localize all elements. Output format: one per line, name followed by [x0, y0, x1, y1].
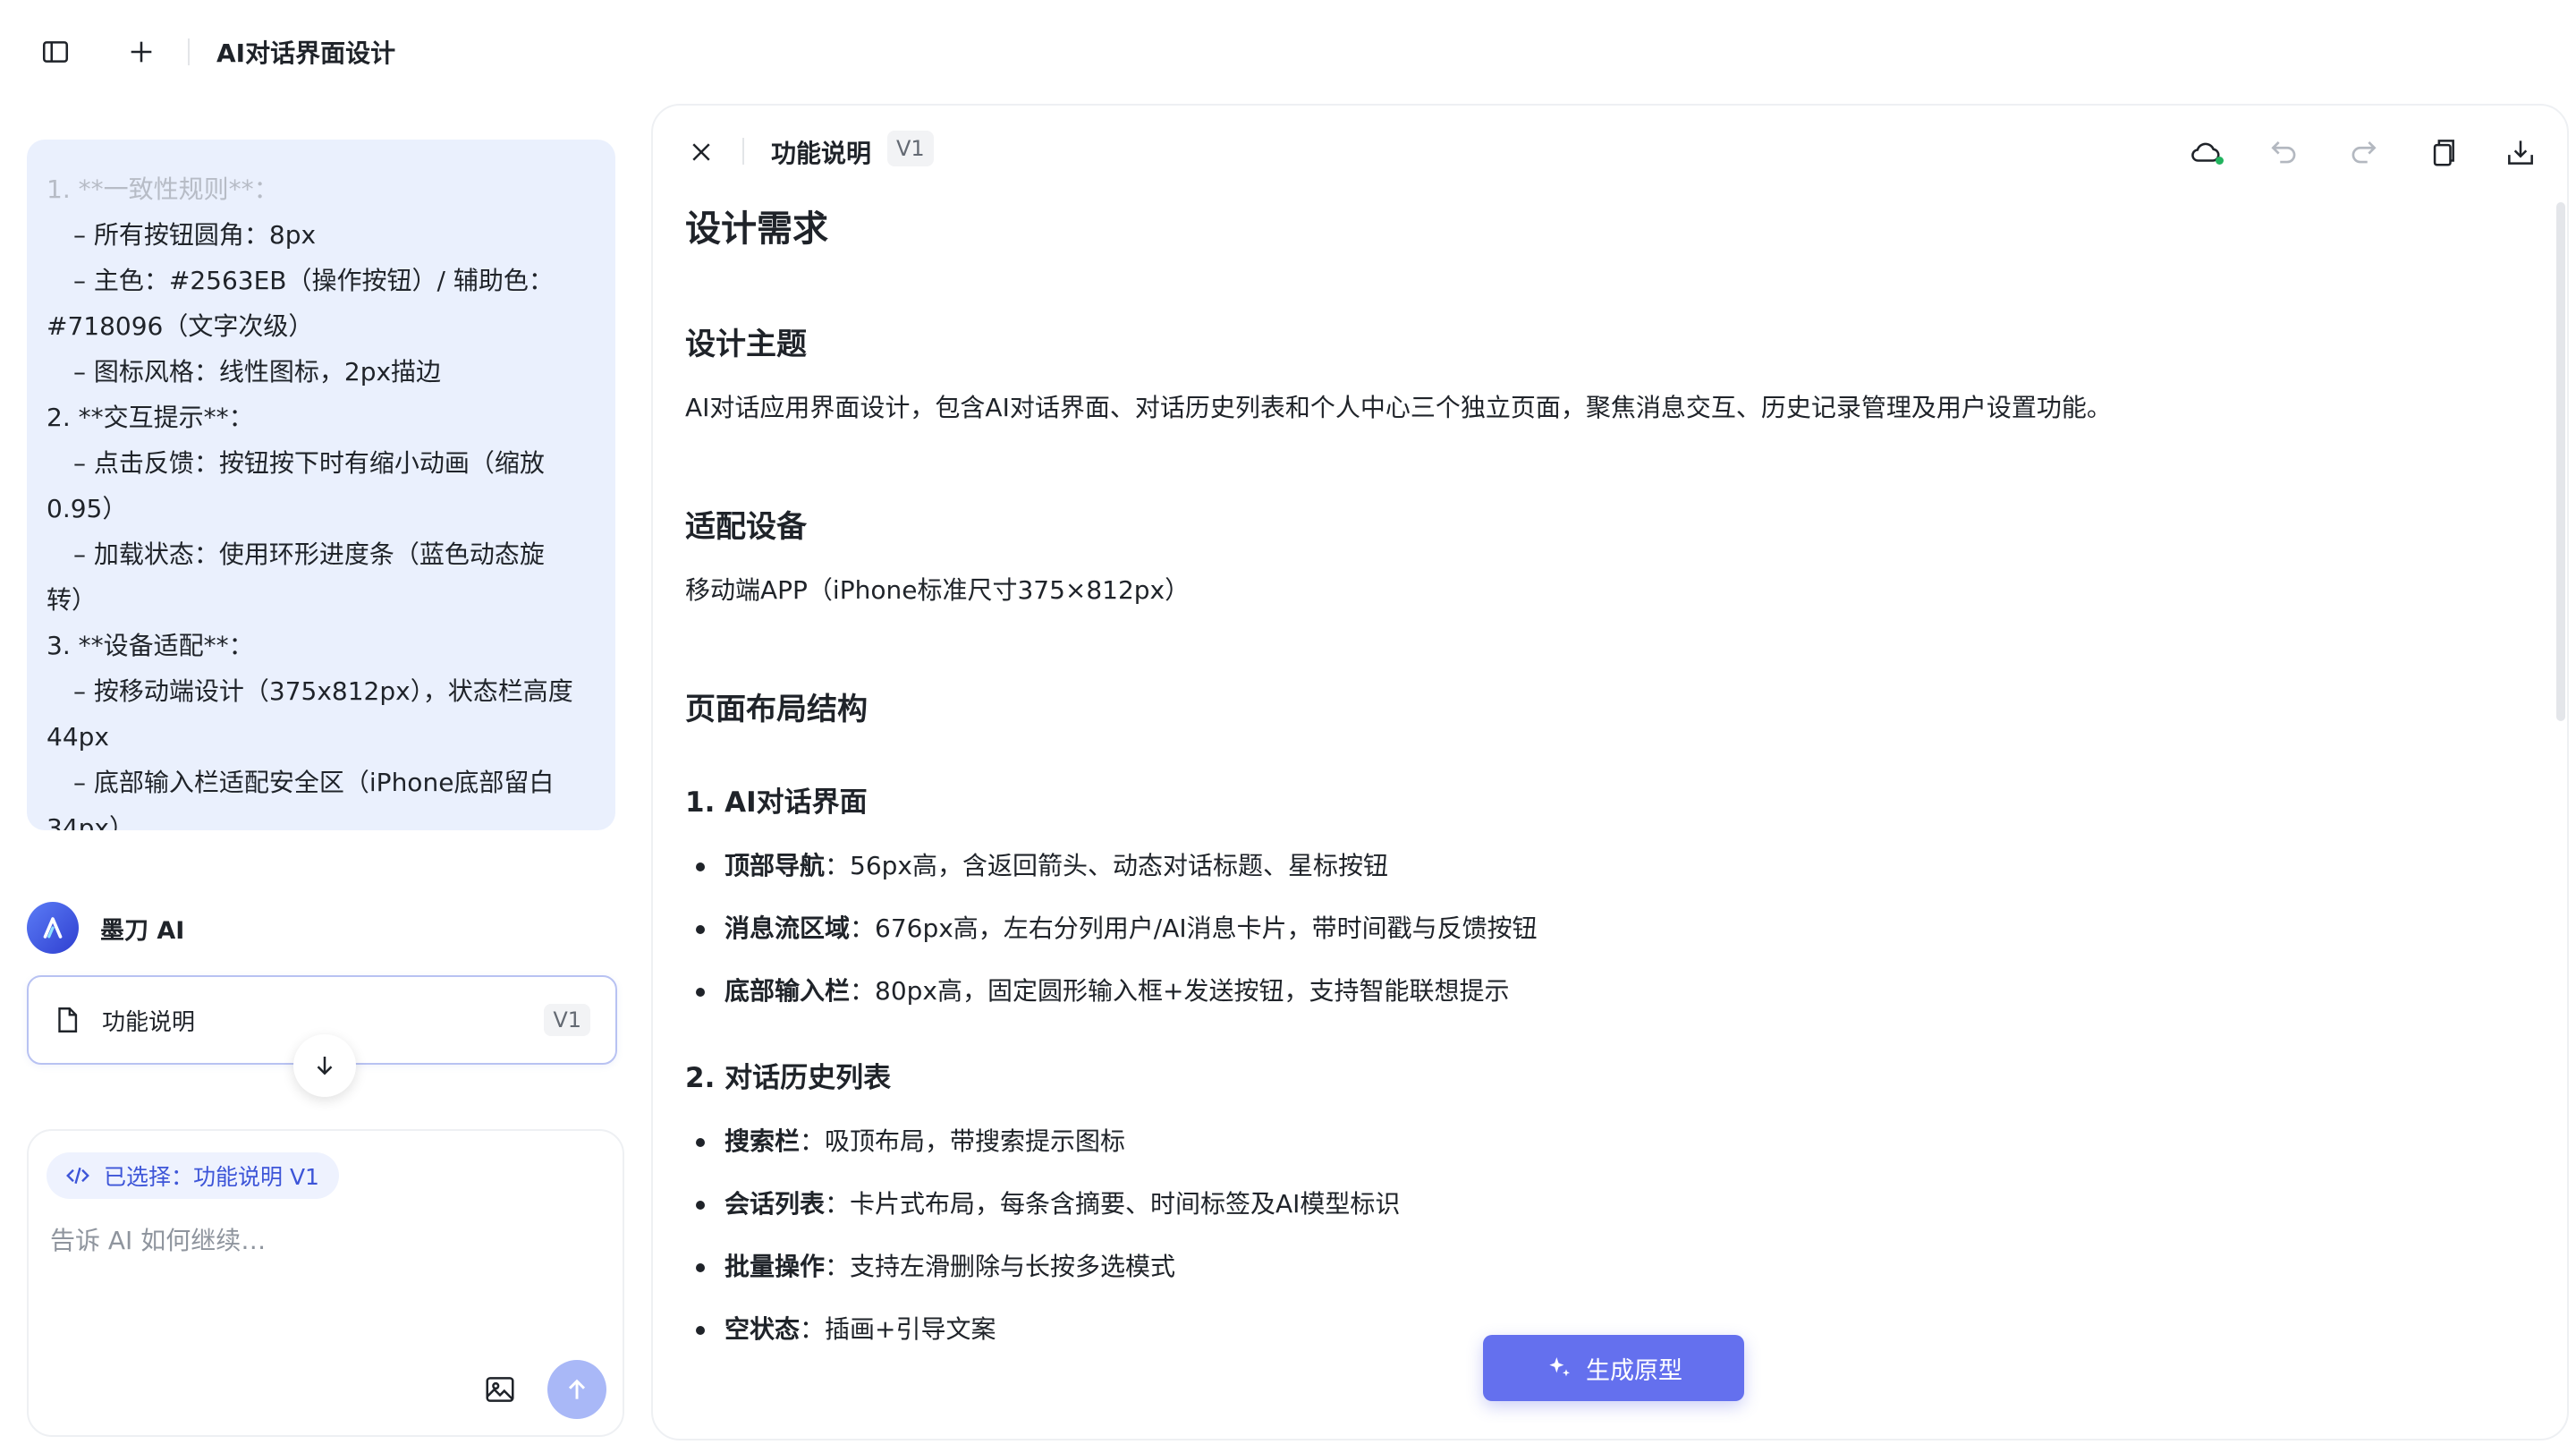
- list-item-label: 顶部导航: [724, 851, 826, 880]
- list-item: 批量操作：支持左滑删除与长按多选模式: [685, 1247, 2510, 1287]
- section-text: 移动端APP（iPhone标准尺寸375×812px）: [685, 575, 1191, 605]
- list-item-text: ：支持左滑删除与长按多选模式: [825, 1252, 1176, 1281]
- bot-name: 墨刀 AI: [100, 916, 185, 945]
- sparkle-icon: [1549, 1357, 1570, 1377]
- list-item: 底部输入栏：80px高，固定圆形输入框+发送按钮，支持智能联想提示: [685, 972, 2510, 1011]
- list-item-label: 搜索栏: [724, 1126, 801, 1156]
- message-line: 2. **交互提示**：: [47, 403, 254, 432]
- message-line: 0.95）: [47, 494, 128, 523]
- chat-input-box: 已选择：功能说明 V1: [27, 1129, 624, 1437]
- list-item-text: ：80px高，固定圆形输入框+发送按钮，支持智能联想提示: [850, 976, 1510, 1006]
- message-line: – 所有按钮圆角：8px: [73, 220, 317, 250]
- top-bar: AI对话界面设计: [0, 0, 2576, 104]
- version-badge[interactable]: V1: [887, 131, 934, 166]
- cloud-sync-button[interactable]: [2186, 132, 2225, 172]
- selected-context-chip[interactable]: 已选择：功能说明 V1: [47, 1152, 339, 1199]
- project-title: AI对话界面设计: [216, 38, 396, 68]
- message-line: – 图标风格：线性图标，2px描边: [73, 357, 442, 387]
- download-icon: [2508, 140, 2533, 165]
- bot-avatar: [27, 902, 79, 954]
- list-item-text: ：卡片式布局，每条含摘要、时间标签及AI模型标识: [825, 1189, 1401, 1219]
- list-item-text: ：56px高，含返回箭头、动态对话标题、星标按钮: [825, 851, 1388, 880]
- list-item-text: ：吸顶布局，带搜索提示图标: [800, 1126, 1126, 1156]
- section-heading: 适配设备: [685, 509, 807, 545]
- send-button[interactable]: [547, 1360, 606, 1419]
- close-button[interactable]: [685, 136, 717, 168]
- document-header: 功能说明 V1: [653, 106, 2567, 195]
- version-badge: V1: [544, 1004, 590, 1036]
- scroll-to-bottom-button[interactable]: [293, 1034, 356, 1097]
- arrow-down-icon: [317, 1057, 333, 1075]
- list-item: 搜索栏：吸顶布局，带搜索提示图标: [685, 1122, 2510, 1161]
- subsection-heading: 2. 对话历史列表: [685, 1062, 892, 1094]
- message-line: 34px）: [47, 813, 134, 830]
- bot-logo-icon: [43, 917, 63, 939]
- list-item-text: ：插画+引导文案: [800, 1314, 996, 1344]
- document-panel: 功能说明 V1 设计需求 设计主题 AI对话应用界面设计，包含AI对话界面、对话…: [651, 104, 2569, 1440]
- selected-context-label: 已选择：功能说明 V1: [104, 1164, 319, 1190]
- message-line: 3. **设备适配**：: [47, 631, 254, 660]
- plus-icon: [131, 41, 152, 63]
- code-icon: [66, 1167, 89, 1185]
- message-line: – 加载状态：使用环形进度条（蓝色动态旋: [73, 540, 545, 569]
- list-item: 消息流区域：676px高，左右分列用户/AI消息卡片，带时间戳与反馈按钮: [685, 909, 2510, 948]
- document-icon: [58, 1007, 78, 1032]
- list-item-label: 批量操作: [724, 1252, 826, 1281]
- message-line: – 主色：#2563EB（操作按钮）/ 辅助色：: [73, 266, 554, 295]
- message-line: – 底部输入栏适配安全区（iPhone底部留白: [73, 768, 555, 797]
- generate-prototype-button[interactable]: 生成原型: [1483, 1335, 1744, 1401]
- generate-prototype-label: 生成原型: [1586, 1356, 1682, 1385]
- message-line: 44px: [47, 722, 109, 752]
- new-chat-button[interactable]: [122, 32, 161, 72]
- copy-button[interactable]: [2422, 132, 2462, 172]
- chat-panel: 1. **一致性规则**： – 所有按钮圆角：8px – 主色：#2563EB（…: [25, 104, 624, 1453]
- upload-image-button[interactable]: [478, 1367, 522, 1412]
- undo-icon: [2271, 140, 2296, 164]
- list-item: 顶部导航：56px高，含返回箭头、动态对话标题、星标按钮: [685, 846, 2510, 886]
- document-actions: [2147, 132, 2540, 172]
- list-item-label: 空状态: [724, 1314, 801, 1344]
- document-body: 设计需求 设计主题 AI对话应用界面设计，包含AI对话界面、对话历史列表和个人中…: [685, 191, 2510, 1435]
- redo-icon: [2351, 140, 2377, 164]
- document-heading: 设计需求: [685, 208, 828, 250]
- arrow-up-icon: [568, 1379, 586, 1399]
- message-line: – 按移动端设计（375x812px），状态栏高度: [73, 676, 573, 706]
- document-title: 功能说明: [771, 139, 872, 168]
- chat-input[interactable]: [50, 1213, 587, 1267]
- section-heading: 设计主题: [685, 327, 807, 362]
- divider: [742, 138, 744, 165]
- document-card-title: 功能说明: [102, 1008, 196, 1036]
- message-line: 转）: [47, 585, 97, 615]
- bot-header: 墨刀 AI: [27, 902, 184, 954]
- redo-button[interactable]: [2343, 132, 2383, 172]
- list-item-label: 底部输入栏: [724, 976, 851, 1006]
- section-heading: 页面布局结构: [685, 692, 868, 727]
- image-icon: [486, 1377, 514, 1402]
- divider: [188, 38, 190, 65]
- copy-icon: [2433, 140, 2454, 166]
- sidebar-toggle-icon[interactable]: [36, 32, 75, 72]
- sync-status-dot: [2216, 157, 2224, 165]
- document-scrollbar[interactable]: [2556, 202, 2565, 721]
- close-icon: [692, 143, 710, 161]
- download-button[interactable]: [2501, 132, 2540, 172]
- message-line: – 点击反馈：按钮按下时有缩小动画（缩放: [73, 448, 545, 478]
- undo-button[interactable]: [2265, 132, 2304, 172]
- message-line: 1. **一致性规则**：: [47, 174, 279, 204]
- subsection-heading: 1. AI对话界面: [685, 786, 868, 819]
- list-item: 会话列表：卡片式布局，每条含摘要、时间标签及AI模型标识: [685, 1185, 2510, 1224]
- list-item-label: 会话列表: [724, 1189, 826, 1219]
- message-line: #718096（文字次级）: [47, 311, 314, 341]
- list-item-text: ：676px高，左右分列用户/AI消息卡片，带时间戳与反馈按钮: [850, 913, 1538, 943]
- list-item-label: 消息流区域: [724, 913, 851, 943]
- user-message-bubble: 1. **一致性规则**： – 所有按钮圆角：8px – 主色：#2563EB（…: [27, 140, 615, 830]
- section-text: AI对话应用界面设计，包含AI对话界面、对话历史列表和个人中心三个独立页面，聚焦…: [685, 393, 2112, 422]
